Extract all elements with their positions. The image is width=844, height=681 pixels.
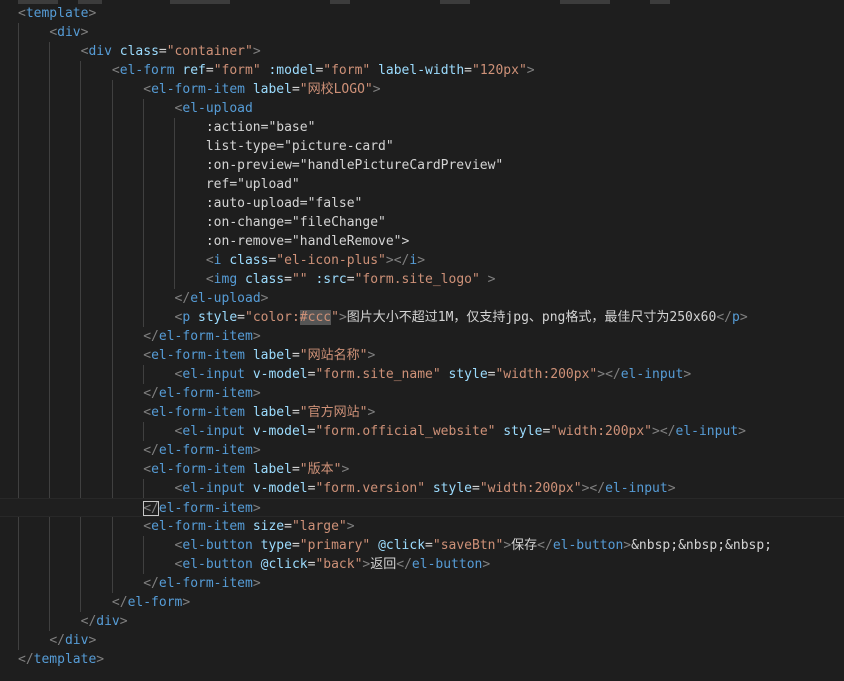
code-line[interactable]: :on-change="fileChange" [0,213,844,232]
code-line[interactable]: <el-form-item label="官方网站"> [0,403,844,422]
code-line[interactable]: <el-button @click="back">返回</el-button> [0,555,844,574]
code-line[interactable]: :on-preview="handlePictureCardPreview" [0,156,844,175]
code-line[interactable]: </div> [0,612,844,631]
code-line[interactable]: :action="base" [0,118,844,137]
code-line[interactable]: :auto-upload="false" [0,194,844,213]
code-line[interactable]: <div> [0,23,844,42]
code-line[interactable]: <p style="color:#ccc">图片大小不超过1M，仅支持jpg、p… [0,308,844,327]
code-line[interactable]: </template> [0,650,844,669]
code-line[interactable]: </el-form-item> [0,574,844,593]
code-editor[interactable]: <template> <div> <div class="container">… [0,0,844,681]
code-line[interactable]: <template> [0,4,844,23]
code-line[interactable]: <el-upload [0,99,844,118]
code-line[interactable]: <el-form-item label="版本"> [0,460,844,479]
code-line[interactable]: ref="upload" [0,175,844,194]
code-line[interactable]: </el-upload> [0,289,844,308]
code-line[interactable]: list-type="picture-card" [0,137,844,156]
code-line[interactable]: <el-form-item label="网校LOGO"> [0,80,844,99]
code-line[interactable]: <el-form ref="form" :model="form" label-… [0,61,844,80]
code-line[interactable]: <el-form-item label="网站名称"> [0,346,844,365]
code-line[interactable]: </el-form-item> [0,441,844,460]
code-line[interactable]: </el-form-item> [0,384,844,403]
code-line[interactable]: <el-input v-model="form.official_website… [0,422,844,441]
code-line[interactable]: </el-form-item> [0,327,844,346]
code-line[interactable]: <el-input v-model="form.site_name" style… [0,365,844,384]
code-line[interactable]: <div class="container"> [0,42,844,61]
code-line[interactable]: </el-form-item> [0,498,844,517]
code-line[interactable]: <el-button type="primary" @click="saveBt… [0,536,844,555]
code-line[interactable]: :on-remove="handleRemove"> [0,232,844,251]
code-line[interactable]: <img class="" :src="form.site_logo" > [0,270,844,289]
code-line[interactable]: <i class="el-icon-plus"></i> [0,251,844,270]
code-line[interactable]: <el-input v-model="form.version" style="… [0,479,844,498]
code-line[interactable]: <el-form-item size="large"> [0,517,844,536]
code-line[interactable]: </el-form> [0,593,844,612]
code-line[interactable]: </div> [0,631,844,650]
